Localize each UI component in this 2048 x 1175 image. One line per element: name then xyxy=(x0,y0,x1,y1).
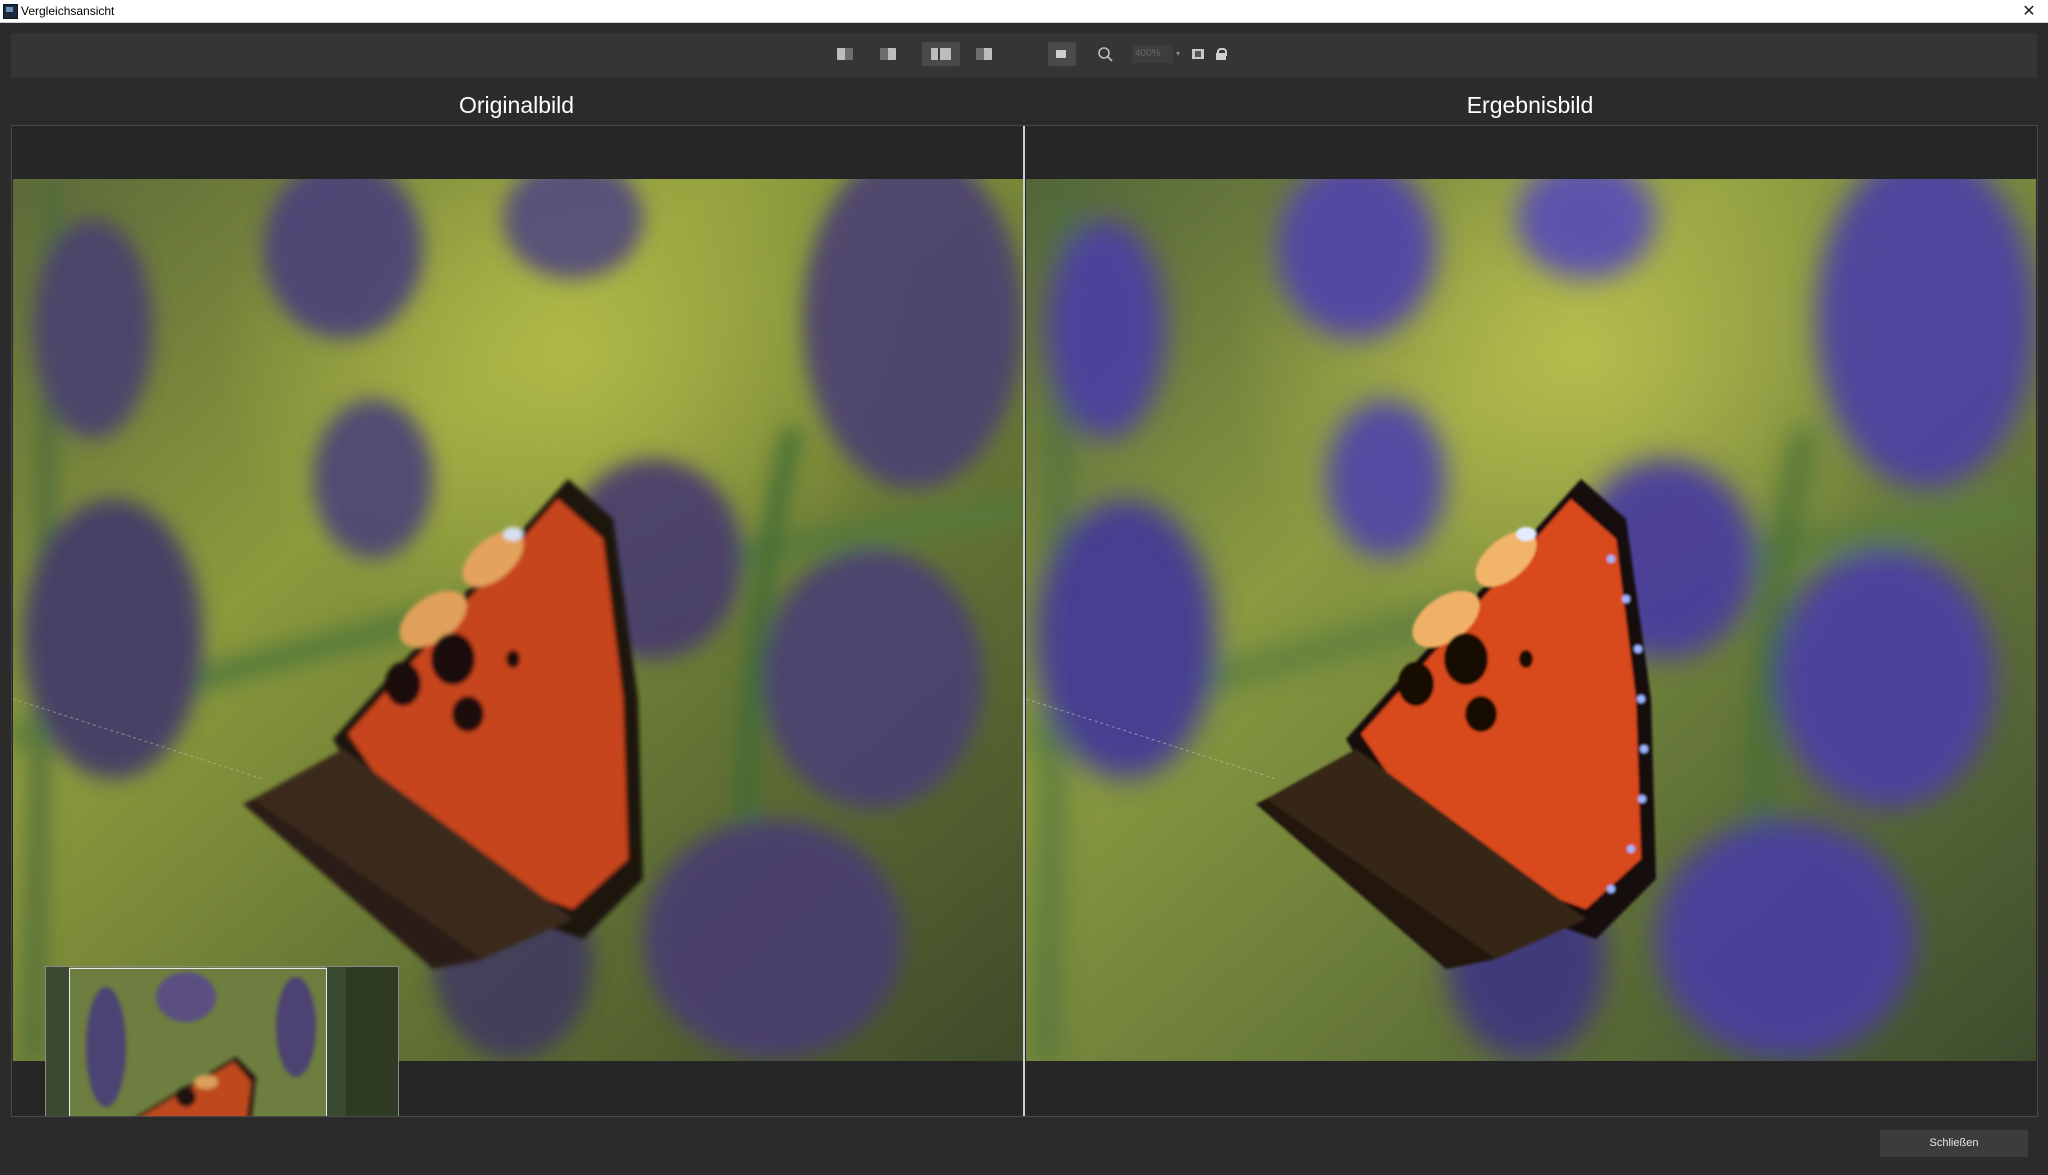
view-side-by-side-button[interactable] xyxy=(922,42,960,66)
view-split-button[interactable] xyxy=(969,42,999,66)
comparison-area xyxy=(11,125,2038,1117)
navigator-toggle-button[interactable] xyxy=(1048,42,1076,66)
comparison-window: Vergleichsansicht ✕ 400% ▾ Originalbild … xyxy=(0,0,2048,1175)
side-by-side-icon xyxy=(931,48,951,60)
window-title: Vergleichsansicht xyxy=(21,4,115,18)
zoom-input[interactable]: 400% xyxy=(1132,45,1173,63)
close-window-icon[interactable]: ✕ xyxy=(2019,1,2039,21)
original-photo xyxy=(13,179,1023,1061)
navigator-viewport[interactable] xyxy=(69,968,327,1116)
title-bar: Vergleichsansicht ✕ xyxy=(0,0,2048,23)
single-right-icon xyxy=(880,48,896,60)
lock-button[interactable] xyxy=(1212,44,1230,64)
chevron-down-icon[interactable]: ▾ xyxy=(1172,47,1184,61)
view-result-only-button[interactable] xyxy=(873,42,903,66)
close-button[interactable]: Schließen xyxy=(1880,1130,2028,1157)
split-view-icon xyxy=(976,48,992,60)
fit-to-window-icon xyxy=(1192,49,1204,59)
result-photo xyxy=(1026,179,2036,1061)
navigator-icon xyxy=(1056,50,1066,58)
original-image-pane[interactable] xyxy=(12,126,1023,1116)
result-image-label: Ergebnisbild xyxy=(1466,92,1594,118)
fit-to-window-button[interactable] xyxy=(1189,44,1207,64)
single-left-icon xyxy=(837,48,853,60)
magnifier-icon[interactable] xyxy=(1096,45,1116,65)
original-image-label: Originalbild xyxy=(458,92,575,118)
app-icon xyxy=(3,4,18,19)
view-original-only-button[interactable] xyxy=(830,42,860,66)
navigator-thumbnail[interactable] xyxy=(45,966,399,1116)
result-image-pane[interactable] xyxy=(1025,126,2037,1116)
toolbar: 400% ▾ xyxy=(11,33,2037,77)
